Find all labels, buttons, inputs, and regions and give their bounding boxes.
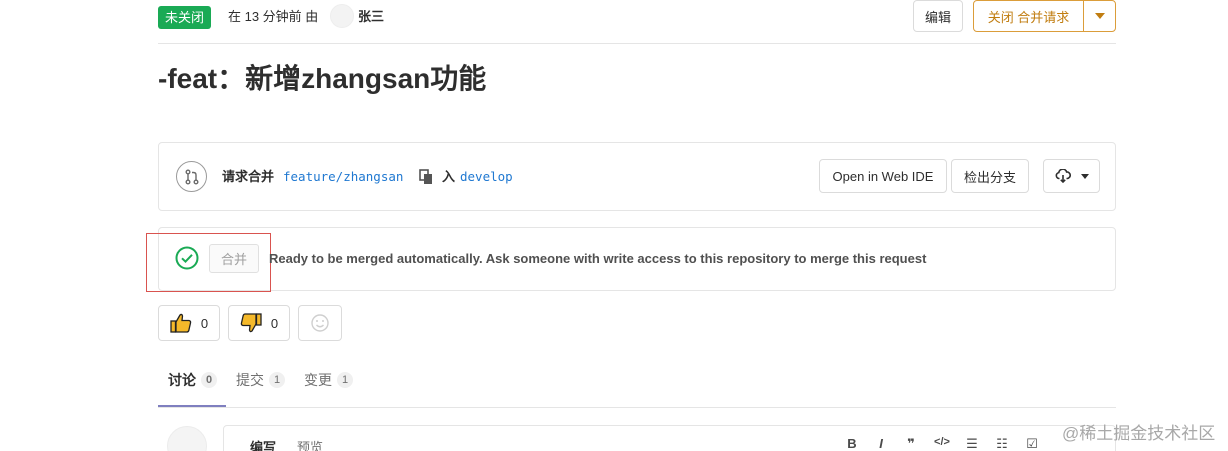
tab-changes[interactable]: 变更 1 <box>304 370 354 390</box>
divider <box>158 43 1116 44</box>
status-badge: 未关闭 <box>158 6 212 29</box>
close-mr-button[interactable]: 关闭 合并请求 <box>974 1 1084 31</box>
code-icon[interactable]: </> <box>932 436 952 448</box>
tab-count-badge: 1 <box>337 372 354 388</box>
bold-icon[interactable]: B <box>845 436 859 451</box>
author-avatar[interactable] <box>330 4 354 28</box>
tab-commits[interactable]: 提交 1 <box>236 370 286 390</box>
smiley-icon <box>311 314 329 332</box>
tab-discussion[interactable]: 讨论 0 <box>168 370 218 390</box>
bullet-list-icon[interactable]: ☰ <box>965 436 979 451</box>
request-merge-label: 请求合并 <box>222 169 275 184</box>
edit-button[interactable]: 编辑 <box>913 0 963 32</box>
merge-status-message: Ready to be merged automatically. Ask so… <box>269 251 927 266</box>
divider <box>158 407 1116 408</box>
thumbs-up-button[interactable]: 0 <box>158 305 220 341</box>
watermark: @稀土掘金技术社区 <box>1062 424 1216 443</box>
current-user-avatar <box>167 426 207 451</box>
chevron-down-icon <box>1094 13 1105 19</box>
editor-tab-write[interactable]: 编写 <box>250 437 276 451</box>
open-web-ide-button[interactable]: Open in Web IDE <box>819 159 947 193</box>
chevron-down-icon <box>1080 173 1089 179</box>
merge-request-icon <box>176 161 207 192</box>
editor-tab-preview[interactable]: 预览 <box>297 437 323 451</box>
into-label: 入 <box>442 169 456 184</box>
comment-editor <box>223 425 1116 451</box>
close-mr-dropdown-toggle[interactable] <box>1084 1 1115 31</box>
download-dropdown-button[interactable] <box>1043 159 1100 193</box>
source-branch-link[interactable]: feature/zhangsan <box>283 168 403 186</box>
merge-button[interactable]: 合并 <box>209 244 259 273</box>
tab-label: 提交 <box>236 372 264 388</box>
thumbs-up-count: 0 <box>200 315 209 331</box>
tab-label: 变更 <box>304 372 332 388</box>
tab-count-badge: 0 <box>201 372 218 388</box>
checkout-branch-button[interactable]: 检出分支 <box>951 159 1029 193</box>
numbered-list-icon[interactable]: ☷ <box>995 436 1009 451</box>
cloud-download-icon <box>1055 169 1071 183</box>
copy-icon[interactable] <box>419 169 433 185</box>
check-circle-icon <box>175 246 199 270</box>
target-branch-link[interactable]: develop <box>460 168 513 186</box>
tab-count-badge: 1 <box>269 372 286 388</box>
tab-label: 讨论 <box>168 372 196 388</box>
created-meta: 在 13 分钟前 由 <box>228 9 319 24</box>
close-mr-button-group: 关闭 合并请求 <box>973 0 1116 32</box>
italic-icon[interactable]: I <box>874 436 888 451</box>
add-reaction-button[interactable] <box>298 305 342 341</box>
author-name[interactable]: 张三 <box>358 8 384 26</box>
thumbs-down-icon <box>240 313 262 333</box>
page-title: -feat：新增zhangsan功能 <box>158 63 487 94</box>
thumbs-down-button[interactable]: 0 <box>228 305 290 341</box>
task-list-icon[interactable]: ☑ <box>1025 436 1039 451</box>
quote-icon[interactable]: ❞ <box>904 436 918 451</box>
thumbs-down-count: 0 <box>270 315 279 331</box>
thumbs-up-icon <box>170 313 192 333</box>
